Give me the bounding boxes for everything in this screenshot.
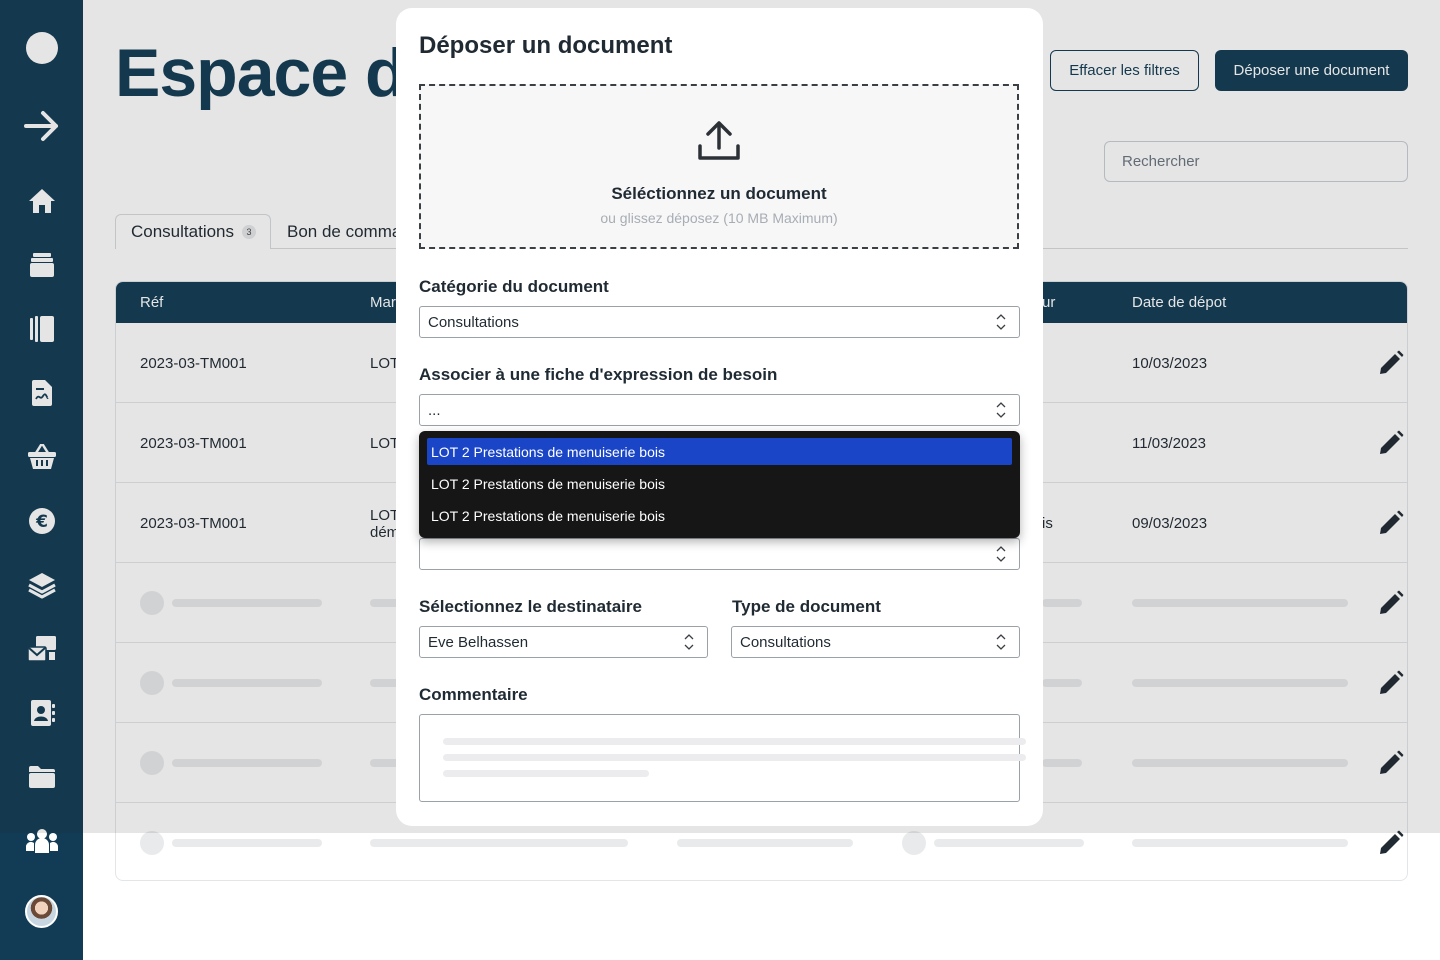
skeleton-bar [443, 754, 1026, 761]
recipient-label: Sélectionnez le destinataire [419, 597, 642, 616]
category-label: Catégorie du document [419, 277, 609, 296]
avatar[interactable] [25, 895, 58, 928]
modal-title: Déposer un document [419, 32, 673, 59]
hidden-select[interactable] [419, 538, 1020, 570]
edit-icon[interactable] [1378, 830, 1404, 856]
chevron-updown-icon [996, 402, 1006, 418]
category-select[interactable]: Consultations [419, 306, 1020, 338]
comment-textarea[interactable] [419, 714, 1026, 802]
associate-dropdown-list: LOT 2 Prestations de menuiserie bois LOT… [419, 431, 1020, 538]
skeleton-bar [370, 839, 628, 847]
comment-label: Commentaire [419, 685, 528, 704]
dropdown-option[interactable]: LOT 2 Prestations de menuiserie bois [427, 438, 1012, 465]
skeleton-bar [934, 839, 1084, 847]
associate-label: Associer à une fiche d'expression de bes… [419, 365, 778, 384]
skeleton-bar [1132, 839, 1348, 847]
dropzone-title: Séléctionnez un document [611, 184, 827, 203]
chevron-updown-icon [996, 546, 1006, 562]
recipient-select[interactable]: Eve Belhassen [419, 626, 708, 658]
recipient-value: Eve Belhassen [428, 633, 529, 651]
skeleton-bar [443, 770, 649, 777]
upload-icon [698, 121, 740, 160]
doctype-value: Consultations [740, 633, 831, 651]
file-dropzone[interactable]: Séléctionnez un document ou glissez dépo… [419, 84, 1019, 249]
doctype-select[interactable]: Consultations [731, 626, 1020, 658]
skeleton-bar [677, 839, 853, 847]
skeleton-bar [443, 738, 1026, 745]
doctype-label: Type de document [732, 597, 881, 616]
category-value: Consultations [428, 313, 519, 331]
associate-select[interactable]: ... [419, 394, 1020, 426]
chevron-updown-icon [684, 634, 694, 650]
chevron-updown-icon [996, 634, 1006, 650]
skeleton-bar [172, 839, 322, 847]
dropzone-subtitle: ou glissez déposez (10 MB Maximum) [600, 210, 838, 226]
associate-value: ... [428, 401, 441, 419]
upload-document-modal: Déposer un document Séléctionnez un docu… [396, 8, 1043, 826]
dropdown-option[interactable]: LOT 2 Prestations de menuiserie bois [427, 502, 1012, 529]
skeleton-circle [140, 831, 164, 855]
chevron-updown-icon [996, 314, 1006, 330]
skeleton-circle [902, 831, 926, 855]
dropdown-option[interactable]: LOT 2 Prestations de menuiserie bois [427, 470, 1012, 497]
